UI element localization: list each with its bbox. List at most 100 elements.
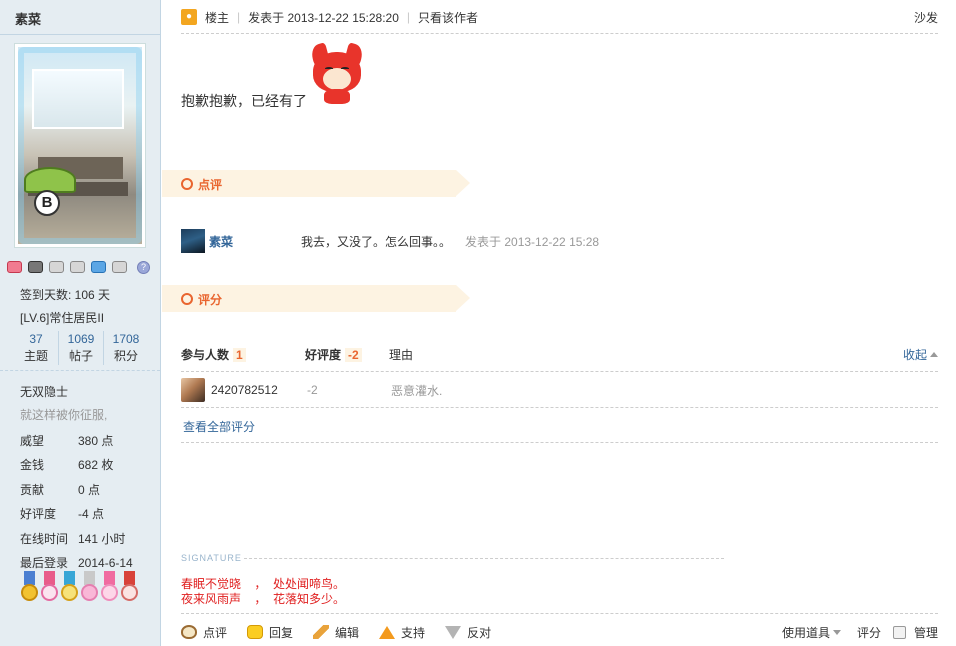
property-value: 0 点 xyxy=(78,482,101,497)
post-main: ● 楼主 | 发表于 2013-12-22 15:28:20 | 只看该作者 沙… xyxy=(162,0,956,646)
view-all-ratings-link[interactable]: 查看全部评分 xyxy=(183,418,255,435)
reply-button[interactable]: 回复 xyxy=(247,624,293,641)
separator: | xyxy=(237,10,241,24)
medal-disc xyxy=(101,584,118,601)
rater-score: -2 xyxy=(307,383,318,397)
pencil-icon xyxy=(313,625,330,639)
comment-label: 点评 xyxy=(203,625,228,640)
medal-icon[interactable] xyxy=(60,571,79,607)
user-level[interactable]: [LV.6]常住居民II xyxy=(20,309,104,326)
rater-name[interactable]: 2420782512 xyxy=(211,383,307,397)
rater-reason: 恶意灌水. xyxy=(391,383,443,398)
stat-value[interactable]: 1069 xyxy=(59,331,103,348)
medal-icon[interactable] xyxy=(120,571,139,607)
fox-face xyxy=(323,68,351,90)
op-label: 楼主 xyxy=(205,10,230,25)
divider xyxy=(181,33,938,34)
medal-ribbon xyxy=(124,571,135,585)
separator: | xyxy=(406,10,411,24)
arrow-up-icon xyxy=(379,625,396,639)
participants-label: 参与人数 xyxy=(181,347,230,362)
property-key: 好评度 xyxy=(20,507,57,522)
post-actions-right: 使用道具 评分 管理 xyxy=(782,624,938,641)
score-header: 好评度 -2 xyxy=(305,346,389,363)
stat-posts[interactable]: 1069 帖子 xyxy=(58,331,103,365)
avatar[interactable]: B xyxy=(14,43,146,248)
stat-label: 帖子 xyxy=(68,349,93,363)
floor-number[interactable]: 沙发 xyxy=(914,9,938,26)
property-row: 金钱 682 枚 xyxy=(20,453,150,478)
divider xyxy=(244,558,724,559)
use-tools-menu[interactable]: 使用道具 xyxy=(782,624,841,641)
property-value: 141 小时 xyxy=(78,531,126,546)
reply-label: 回复 xyxy=(269,625,294,640)
property-row: 好评度 -4 点 xyxy=(20,502,150,527)
edit-button[interactable]: 编辑 xyxy=(313,624,359,641)
divider xyxy=(181,371,938,372)
signature-label: SIGNATURE xyxy=(181,553,242,563)
post-header: ● 楼主 | 发表于 2013-12-22 15:28:20 | 只看该作者 沙… xyxy=(181,7,938,27)
thread-starter-icon: ● xyxy=(181,9,197,25)
medal-icon[interactable] xyxy=(20,571,39,607)
property-key: 威望 xyxy=(20,433,45,448)
avatar-image: B xyxy=(18,47,142,244)
property-key: 贡献 xyxy=(20,482,45,497)
oppose-button[interactable]: 反对 xyxy=(445,624,491,641)
comment-button[interactable]: 点评 xyxy=(181,624,227,641)
diamond-icon[interactable] xyxy=(49,261,64,273)
medal-ribbon xyxy=(24,571,35,585)
rate-button[interactable]: 评分 xyxy=(857,624,881,641)
diamond-icon[interactable] xyxy=(70,261,85,273)
chevron-down-icon xyxy=(832,629,841,635)
circle-icon xyxy=(181,178,193,190)
user-group-title: 无双隐士 xyxy=(20,385,69,399)
comment-item: 素菜 我去，又没了。怎么回事。。 发表于 2013-12-22 15:28 xyxy=(181,229,938,253)
participants-count: 1 xyxy=(233,347,246,362)
commenter-avatar[interactable] xyxy=(181,229,205,253)
rater-avatar[interactable] xyxy=(181,378,205,402)
property-key: 最后登录 xyxy=(20,556,69,571)
collapse-button[interactable]: 收起 xyxy=(903,346,938,363)
rating-section-tab: 评分 xyxy=(162,285,470,312)
stat-value[interactable]: 1708 xyxy=(104,331,148,348)
reason-header: 理由 xyxy=(389,347,414,362)
dark-gem-icon[interactable] xyxy=(28,261,43,273)
manage-button[interactable]: 管理 xyxy=(892,624,938,641)
divider xyxy=(181,613,938,614)
post-content: 抱歉抱歉，已经有了 xyxy=(181,93,307,109)
stat-topics[interactable]: 37 主题 xyxy=(14,331,58,365)
reply-icon xyxy=(247,625,264,639)
user-properties: 威望 380 点 金钱 682 枚 贡献 0 点 好评度 -4 点 在线时间 1… xyxy=(20,428,150,575)
medal-ribbon xyxy=(64,571,75,585)
participants-header: 参与人数 1 xyxy=(181,346,305,363)
divider xyxy=(0,370,160,371)
checkin-days: 签到天数: 106 天 xyxy=(20,288,111,302)
manage-label: 管理 xyxy=(913,625,938,640)
edit-label: 编辑 xyxy=(335,625,360,640)
medal-icon[interactable] xyxy=(100,571,119,607)
property-value: -4 点 xyxy=(78,507,105,522)
medal-disc xyxy=(41,584,58,601)
medal-ribbon xyxy=(84,571,95,585)
commenter-name[interactable]: 素菜 xyxy=(209,233,301,250)
heart-gem-icon[interactable] xyxy=(7,261,22,273)
stat-points[interactable]: 1708 积分 xyxy=(103,331,148,365)
support-label: 支持 xyxy=(401,625,426,640)
blue-gem-icon[interactable] xyxy=(91,261,106,273)
diamond-icon[interactable] xyxy=(112,261,127,273)
only-author-link[interactable]: 只看该作者 xyxy=(418,9,478,26)
fox-body xyxy=(324,89,350,104)
user-motto: 就这样被你征服, xyxy=(20,408,108,422)
author-name[interactable]: 素菜 xyxy=(15,9,41,28)
medal-icon[interactable] xyxy=(40,571,59,607)
rating-section-title: 评分 xyxy=(198,293,223,307)
checkbox-icon[interactable] xyxy=(892,625,906,639)
caret-up-icon xyxy=(930,351,938,357)
property-row: 贡献 0 点 xyxy=(20,477,150,502)
help-icon[interactable]: ? xyxy=(137,261,150,274)
fox-eye xyxy=(325,67,333,70)
medal-icon[interactable] xyxy=(80,571,99,607)
stat-value[interactable]: 37 xyxy=(14,331,58,348)
signature-line: 夜来风雨声 ， 花落知多少。 xyxy=(181,592,346,606)
support-button[interactable]: 支持 xyxy=(379,624,425,641)
